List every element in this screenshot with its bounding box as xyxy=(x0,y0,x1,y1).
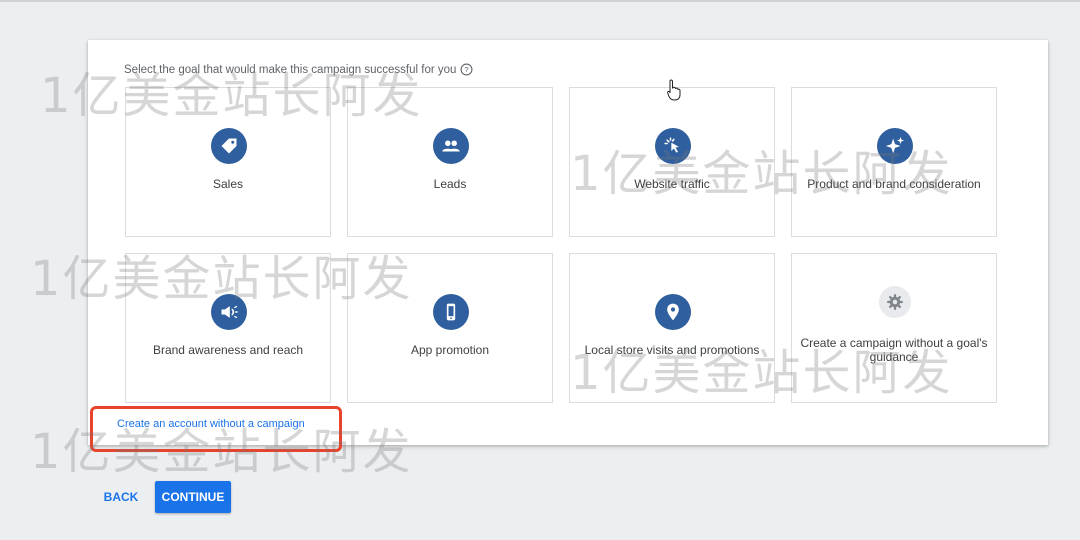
goal-card-label: Local store visits and promotions xyxy=(584,343,760,357)
annotation-highlight-box xyxy=(90,406,342,452)
goal-card-label: Brand awareness and reach xyxy=(152,343,304,357)
goal-card-label: Sales xyxy=(212,177,244,191)
goal-card-no-goal-guidance[interactable]: Create a campaign without a goal's guida… xyxy=(791,253,997,403)
sparkle-icon xyxy=(877,128,913,164)
people-icon xyxy=(433,128,469,164)
goal-card-leads[interactable]: Leads xyxy=(347,87,553,237)
goal-card-app-promotion[interactable]: App promotion xyxy=(347,253,553,403)
goal-card-label: App promotion xyxy=(410,343,490,357)
megaphone-icon xyxy=(211,294,247,330)
goal-prompt: Select the goal that would make this cam… xyxy=(124,63,473,76)
goal-card-label: Website traffic xyxy=(634,177,710,191)
goal-card-sales[interactable]: Sales xyxy=(125,87,331,237)
goal-card-local-store-visits[interactable]: Local store visits and promotions xyxy=(569,253,775,403)
goal-prompt-text: Select the goal that would make this cam… xyxy=(124,63,457,76)
goal-card-label: Create a campaign without a goal's guida… xyxy=(800,336,988,364)
back-button[interactable]: BACK xyxy=(100,486,142,508)
location-pin-icon xyxy=(655,294,691,330)
tag-icon xyxy=(211,128,247,164)
help-icon[interactable]: ? xyxy=(460,63,473,76)
goal-card-website-traffic[interactable]: Website traffic xyxy=(569,87,775,237)
svg-text:?: ? xyxy=(465,65,469,74)
goal-card-label: Product and brand consideration xyxy=(807,177,981,191)
cursor-click-icon xyxy=(655,128,691,164)
gear-icon xyxy=(879,286,911,318)
top-divider xyxy=(0,0,1080,2)
goal-card-product-brand-consideration[interactable]: Product and brand consideration xyxy=(791,87,997,237)
continue-button[interactable]: CONTINUE xyxy=(155,481,231,513)
hand-cursor-icon xyxy=(667,79,681,101)
phone-icon xyxy=(433,294,469,330)
goal-card-label: Leads xyxy=(433,177,467,191)
goal-card-brand-awareness[interactable]: Brand awareness and reach xyxy=(125,253,331,403)
